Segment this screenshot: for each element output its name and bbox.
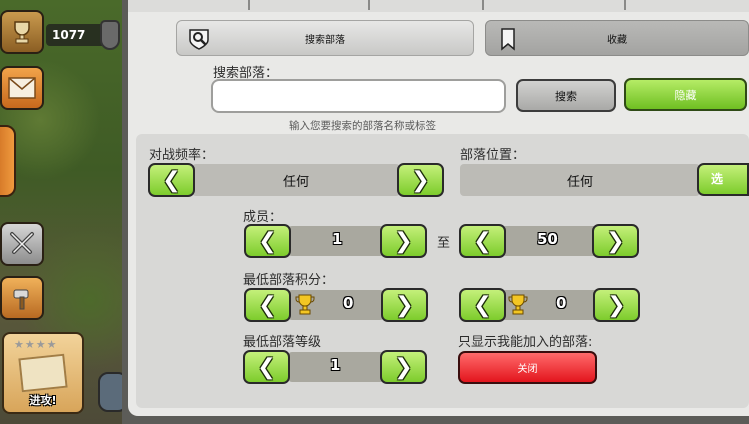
stars-rating: ★★★★ (14, 338, 58, 351)
min-points-2-value: 0 (556, 294, 567, 312)
bookmark-icon (501, 28, 515, 51)
joinable-only-toggle[interactable]: 关闭 (458, 351, 597, 384)
tab-search-label: 搜索部落 (305, 34, 345, 46)
members-min-next-button[interactable]: ❯ (380, 224, 427, 258)
attack-button[interactable]: ★★★★ 进攻! (2, 332, 84, 414)
min-points-value: 0 (343, 294, 354, 312)
search-shield-icon (189, 29, 209, 50)
mail-icon (8, 77, 36, 99)
min-points-next-button[interactable]: ❯ (381, 288, 428, 322)
top-tabs-strip (128, 0, 749, 12)
hide-button[interactable]: 隐藏 (624, 78, 747, 111)
trophy-icon (14, 21, 30, 44)
min-level-prev-button[interactable]: ❮ (243, 350, 290, 384)
builder-button[interactable] (0, 276, 44, 320)
war-frequency-next-button[interactable]: ❯ (397, 163, 444, 197)
mail-button[interactable] (0, 66, 44, 110)
members-max-value: 50 (537, 230, 558, 248)
min-points-prev-button[interactable]: ❮ (244, 288, 291, 322)
tab-search-clans[interactable]: 搜索部落 (176, 20, 474, 56)
tab-favorites[interactable]: 收藏 (485, 20, 749, 56)
hammer-icon (13, 289, 29, 310)
members-max-prev-button[interactable]: ❮ (459, 224, 506, 258)
min-points-2-prev-button[interactable]: ❮ (459, 288, 506, 322)
clan-location-label: 部落位置： (460, 148, 526, 163)
map-icon (18, 353, 68, 393)
trophy-league-button[interactable] (0, 10, 44, 54)
min-clan-points-label: 最低部落积分： (243, 273, 335, 288)
shield-icon[interactable] (100, 20, 120, 50)
tab-divider (482, 0, 484, 10)
members-label: 成员： (243, 210, 283, 225)
trophy-icon (295, 294, 315, 315)
min-clan-level-label: 最低部落等级 (243, 335, 322, 350)
search-button[interactable]: 搜索 (516, 79, 616, 112)
side-tab[interactable] (0, 125, 16, 197)
min-points-2-next-button[interactable]: ❯ (593, 288, 640, 322)
min-level-value: 1 (330, 356, 341, 374)
clan-location-value[interactable]: 任何 (460, 164, 700, 196)
search-hint: 输入您要搜索的部落名称或标签 (289, 120, 436, 132)
members-min-prev-button[interactable]: ❮ (244, 224, 291, 258)
war-frequency-prev-button[interactable]: ❮ (148, 163, 195, 197)
war-frequency-value: 任何 (192, 164, 400, 196)
crossed-swords-icon (10, 232, 34, 254)
clan-search-input[interactable] (211, 79, 506, 113)
members-max-next-button[interactable]: ❯ (592, 224, 639, 258)
battle-log-button[interactable] (0, 222, 44, 266)
tab-divider (248, 0, 250, 10)
attack-label: 进攻! (29, 394, 57, 407)
game-hud: 1077 ★★★★ 进攻! (0, 0, 130, 424)
to-label: 至 (437, 236, 451, 251)
tab-divider (368, 0, 370, 10)
war-frequency-label: 对战频率： (149, 148, 215, 163)
tab-favorites-label: 收藏 (607, 34, 627, 46)
members-min-value: 1 (332, 230, 343, 248)
tab-divider (624, 0, 626, 10)
joinable-only-label: 只显示我能加入的部落: (458, 335, 593, 350)
min-level-next-button[interactable]: ❯ (380, 350, 427, 384)
trophy-icon (508, 294, 528, 315)
location-select-button[interactable]: 选 (697, 163, 749, 196)
